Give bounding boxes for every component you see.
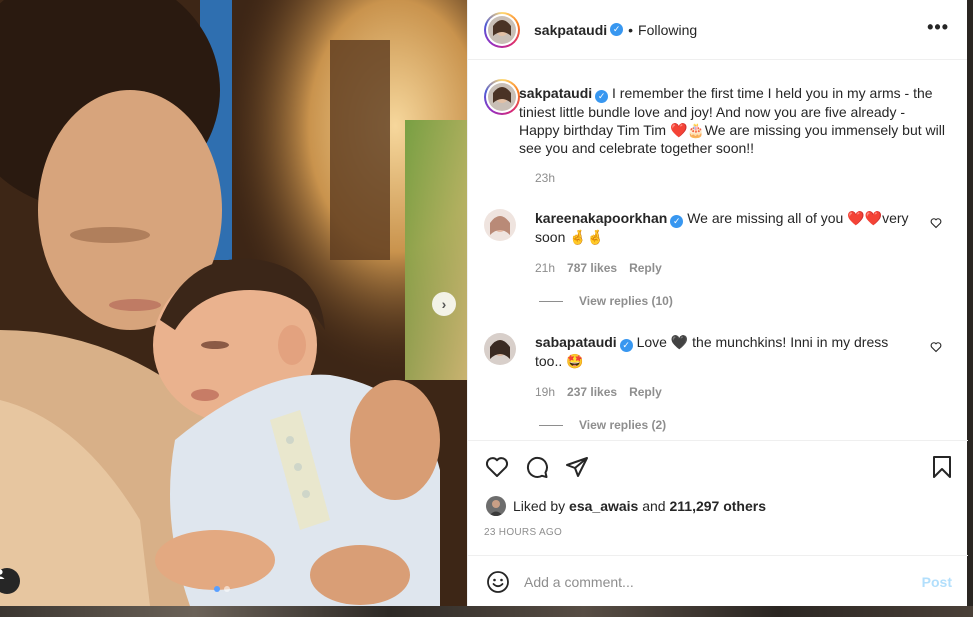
liked-by-and: and [642,498,666,514]
carousel-dot [224,586,230,592]
paper-plane-icon [566,457,588,477]
comment-bubble-icon [526,456,548,478]
smiley-icon [487,571,509,593]
comments-list[interactable]: sakpataudi ✓ I remember the first time I … [468,61,968,439]
emoji-button[interactable] [486,570,510,599]
post-photo[interactable]: › [0,0,467,606]
add-comment-bar: Post [468,555,968,606]
heart-icon [485,457,509,477]
replies-line [539,300,563,302]
mother-and-baby-photo [0,0,467,606]
commenter-username[interactable]: kareenakapoorkhan [535,210,667,226]
bookmark-icon [933,456,951,478]
view-replies-label: View replies (2) [579,418,667,432]
caption-username[interactable]: sakpataudi [519,85,592,101]
commenter-avatar[interactable] [484,333,516,365]
verified-badge-icon: ✓ [610,23,624,36]
commenter-avatar-image [484,209,516,241]
share-button[interactable] [565,455,589,484]
likes-summary: Liked by esa_awais and 211,297 others [486,496,766,516]
replies-line [539,424,563,426]
reply-button[interactable]: Reply [629,261,662,275]
comment-meta: 19h 237 likes Reply [535,385,662,399]
action-bar [468,440,968,492]
comment-button[interactable] [525,455,549,484]
post-header: sakpataudi ✓ • Following ••• [468,0,967,60]
background-page-strip [0,606,973,617]
caption-avatar[interactable] [484,79,520,115]
comment-likes[interactable]: 787 likes [567,261,617,275]
comment-meta: 21h 787 likes Reply [535,261,662,275]
caption: sakpataudi ✓ I remember the first time I … [519,84,949,157]
view-replies-button[interactable]: View replies (10) [539,294,673,308]
caption-avatar-image [488,83,516,111]
liked-by-others[interactable]: 211,297 others [669,498,766,514]
comment-time[interactable]: 21h [535,261,555,275]
next-photo-button[interactable]: › [432,292,456,316]
commenter-avatar[interactable] [484,209,516,241]
view-replies-button[interactable]: View replies (2) [539,418,666,432]
reply-button[interactable]: Reply [629,385,662,399]
comment-time[interactable]: 19h [535,385,555,399]
liked-by-user[interactable]: esa_awais [569,498,638,514]
post-details-panel: sakpataudi ✓ • Following ••• sakpataudi … [467,0,968,606]
verified-badge-icon: ✓ [619,339,633,352]
like-comment-heart-icon[interactable] [930,341,942,356]
like-button[interactable] [485,455,509,484]
liked-by-prefix: Liked by [513,498,566,514]
separator-dot: • [628,21,634,38]
following-button[interactable]: Following [638,22,697,38]
liker-avatar-image [486,496,506,516]
comment-input[interactable] [524,568,904,596]
author-username[interactable]: sakpataudi [534,22,607,38]
post-timestamp[interactable]: 23 HOURS AGO [484,527,562,538]
caption-timestamp[interactable]: 23h [535,171,555,185]
commenter-username[interactable]: sabapataudi [535,334,617,350]
like-comment-heart-icon[interactable] [930,217,942,232]
commenter-avatar-image [484,333,516,365]
liker-avatar[interactable] [486,496,506,516]
comment-body: kareenakapoorkhan ✓ We are missing all of… [535,209,915,246]
post-modal: › sakpataudi ✓ • Following ••• sakpataud… [0,0,973,617]
verified-badge-icon: ✓ [595,90,609,103]
author-avatar-image [488,15,516,44]
view-replies-label: View replies (10) [579,294,673,308]
author-avatar[interactable] [484,11,520,48]
verified-badge-icon: ✓ [670,215,684,228]
comment-likes[interactable]: 237 likes [567,385,617,399]
save-button[interactable] [931,455,953,484]
post-comment-button[interactable]: Post [922,574,952,590]
carousel-dot-active [214,586,220,592]
user-icon [0,569,5,579]
carousel-indicator [214,586,230,592]
more-options-button[interactable]: ••• [927,17,949,38]
comment-body: sabapataudi ✓ Love 🖤 the munchkins! Inni … [535,333,915,370]
